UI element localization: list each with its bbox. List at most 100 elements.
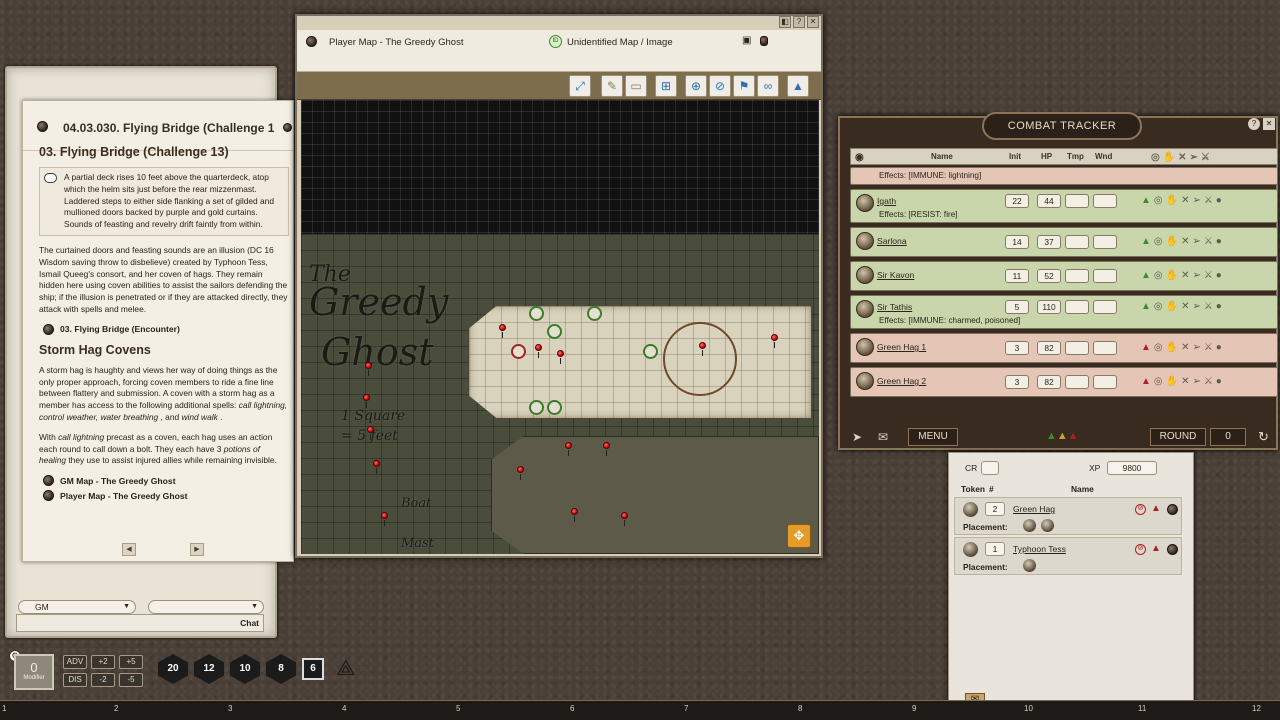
placement-token-icon[interactable] [1023, 559, 1036, 572]
placement-token-icon[interactable] [1023, 519, 1036, 532]
d12-die[interactable]: 12 [194, 654, 224, 684]
map-pin[interactable] [535, 344, 542, 358]
map-pin[interactable] [771, 334, 778, 348]
npc-name[interactable]: Typhoon Tess [1013, 544, 1066, 554]
minus5-button[interactable]: -5 [119, 673, 143, 687]
xp-field[interactable]: 9800 [1107, 461, 1157, 475]
hotkey-5[interactable]: 5 [456, 704, 460, 713]
d10-die[interactable]: 10 [230, 654, 260, 684]
window-maximize-icon[interactable]: ◧ [779, 16, 791, 28]
hotkey-2[interactable]: 2 [114, 704, 118, 713]
hotkey-10[interactable]: 10 [1024, 704, 1033, 713]
init-field[interactable]: 14 [1005, 235, 1029, 249]
link-icon[interactable] [1167, 504, 1178, 515]
row-action-icons[interactable]: ▲◎✋✕➢⚔● [1141, 270, 1225, 281]
init-field[interactable]: 22 [1005, 194, 1029, 208]
wnd-field[interactable] [1093, 194, 1117, 208]
tmp-field[interactable] [1065, 375, 1089, 389]
link-icon[interactable]: ∞ [757, 75, 779, 97]
token-icon[interactable] [963, 542, 978, 557]
plus2-button[interactable]: +2 [91, 655, 115, 669]
map-image[interactable]: The Greedy Ghost 1 Square = 5 feet Boat … [301, 100, 819, 554]
prev-page-button[interactable]: ◀ [122, 543, 136, 556]
tmp-field[interactable] [1065, 300, 1089, 314]
id-status-icon[interactable]: ID [549, 35, 562, 48]
hp-field[interactable]: 82 [1037, 341, 1061, 355]
cr-field[interactable] [981, 461, 999, 475]
chat-button[interactable]: Chat [240, 618, 259, 628]
no-target-icon[interactable]: ⊘ [709, 75, 731, 97]
map-tool-button[interactable]: ✥ [787, 524, 811, 548]
row-action-icons[interactable]: ▲◎✋✕➢⚔● [1141, 342, 1225, 353]
map-pin[interactable] [373, 460, 380, 474]
next-round-icon[interactable]: ↻ [1258, 429, 1269, 445]
eraser-icon[interactable]: ▭ [625, 75, 647, 97]
count-field[interactable]: 1 [985, 542, 1005, 556]
hotkey-11[interactable]: 11 [1138, 704, 1146, 713]
tmp-field[interactable] [1065, 194, 1089, 208]
ct-row[interactable]: Igath Effects: [RESIST: fire] 22 44 ▲◎✋✕… [850, 189, 1278, 223]
ct-row[interactable]: Sir Kavon 11 52 ▲◎✋✕➢⚔● [850, 261, 1278, 291]
lock-icon[interactable]: ▲ [787, 75, 809, 97]
hotkey-4[interactable]: 4 [342, 704, 346, 713]
hp-field[interactable]: 82 [1037, 375, 1061, 389]
token-portrait[interactable] [856, 372, 874, 390]
link-icon[interactable] [1167, 544, 1178, 555]
map-link-icon[interactable] [306, 36, 317, 47]
player-map-link[interactable]: Player Map - The Greedy Ghost [43, 490, 289, 502]
encounter-link[interactable]: 03. Flying Bridge (Encounter) [43, 323, 289, 335]
gm-map-link[interactable]: GM Map - The Greedy Ghost [43, 475, 289, 487]
flag-icon[interactable]: ⚑ [733, 75, 755, 97]
hp-field[interactable]: 37 [1037, 235, 1061, 249]
hp-field[interactable]: 44 [1037, 194, 1061, 208]
ct-effects-row[interactable]: Effects: [IMMUNE: lightning] [850, 167, 1278, 185]
token-portrait[interactable] [856, 232, 874, 250]
ct-row[interactable]: Green Hag 1 3 82 ▲◎✋✕➢⚔● [850, 333, 1278, 363]
ct-name[interactable]: Green Hag 1 [877, 342, 926, 352]
tmp-field[interactable] [1065, 235, 1089, 249]
adv-button[interactable]: ADV [63, 655, 87, 669]
hp-field[interactable]: 52 [1037, 269, 1061, 283]
wnd-field[interactable] [1093, 269, 1117, 283]
row-action-icons[interactable]: ▲◎✋✕➢⚔● [1141, 195, 1225, 206]
encounter-npc-row[interactable]: 1 Typhoon Tess ⊘ ▲ Placement: [954, 537, 1182, 575]
expand-icon[interactable]: ⤢ [569, 75, 591, 97]
map-pin[interactable] [603, 442, 610, 456]
row-action-icons[interactable]: ▲◎✋✕➢⚔● [1141, 376, 1225, 387]
map-token[interactable] [587, 306, 602, 321]
ct-row[interactable]: Green Hag 2 3 82 ▲◎✋✕➢⚔● [850, 367, 1278, 397]
token-portrait[interactable] [856, 266, 874, 284]
d20-die[interactable]: 20 [158, 654, 188, 684]
dis-button[interactable]: DIS [63, 673, 87, 687]
target-icon[interactable]: ⊕ [685, 75, 707, 97]
map-token[interactable] [529, 306, 544, 321]
count-field[interactable]: 2 [985, 502, 1005, 516]
tmp-field[interactable] [1065, 341, 1089, 355]
hotkey-12[interactable]: 12 [1252, 704, 1261, 713]
grid-icon[interactable]: ⊞ [655, 75, 677, 97]
map-pin[interactable] [699, 342, 706, 356]
map-pin[interactable] [363, 394, 370, 408]
hotkey-1[interactable]: 1 [2, 704, 6, 713]
help-icon[interactable]: ? [1248, 118, 1260, 130]
faction-icon[interactable]: ➤ [852, 430, 862, 444]
mail-icon[interactable]: ✉ [878, 430, 888, 444]
close-icon[interactable]: ✕ [1263, 118, 1275, 130]
map-pin[interactable] [565, 442, 572, 456]
delete-icon[interactable]: ⊘ [1135, 544, 1146, 555]
map-pin[interactable] [517, 466, 524, 480]
init-field[interactable]: 3 [1005, 341, 1029, 355]
next-page-button[interactable]: ▶ [190, 543, 204, 556]
hotkey-8[interactable]: 8 [798, 704, 802, 713]
lock-icon[interactable] [760, 36, 768, 46]
map-pin[interactable] [621, 512, 628, 526]
map-token[interactable] [547, 324, 562, 339]
wnd-field[interactable] [1093, 300, 1117, 314]
faction-icon[interactable]: ▲ [1151, 503, 1161, 514]
minus2-button[interactable]: -2 [91, 673, 115, 687]
row-action-icons[interactable]: ▲◎✋✕➢⚔● [1141, 301, 1225, 312]
ct-name[interactable]: Sir Kavon [877, 270, 914, 280]
tmp-field[interactable] [1065, 269, 1089, 283]
map-token[interactable] [547, 400, 562, 415]
plus5-button[interactable]: +5 [119, 655, 143, 669]
